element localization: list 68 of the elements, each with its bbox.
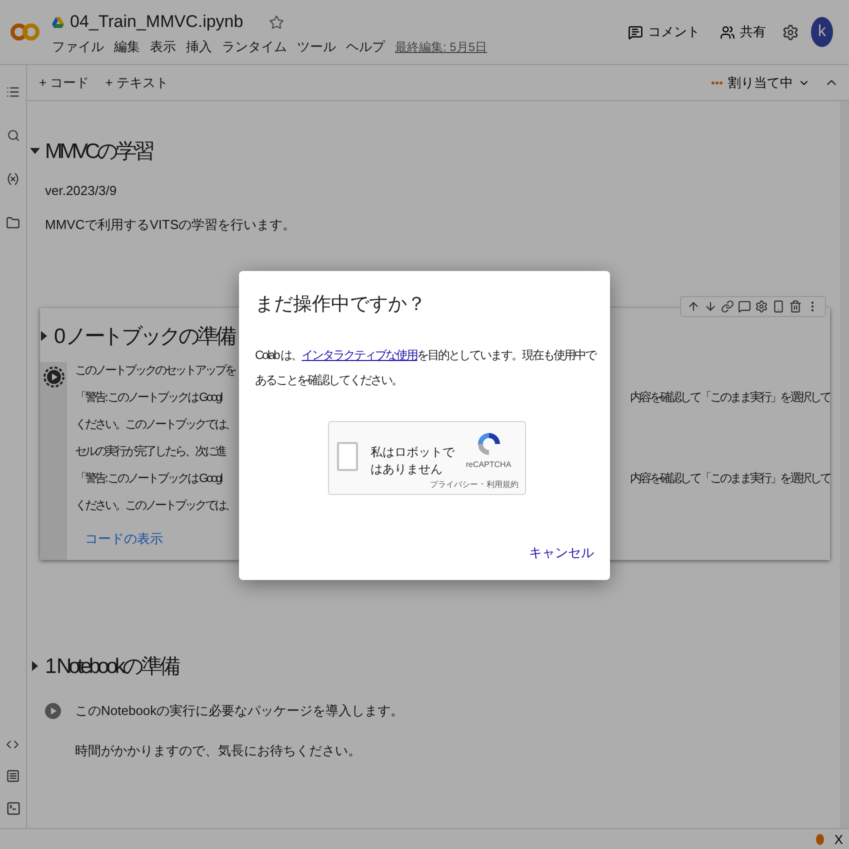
menu-item[interactable]: 編集: [114, 38, 140, 56]
close-button[interactable]: X: [834, 832, 843, 846]
run-icon[interactable]: [45, 703, 61, 719]
paragraph: ver.2023/3/9: [45, 183, 118, 198]
people-icon: [720, 24, 735, 40]
colab-logo: [10, 22, 40, 42]
menu-item[interactable]: ヘルプ: [346, 38, 385, 56]
terms-link[interactable]: 利用規約: [486, 478, 518, 490]
menu-item[interactable]: ファイル: [52, 38, 104, 56]
cell-text: このNotebookの実行に必要なパッケージを導入します。: [75, 702, 404, 720]
caret-icon[interactable]: [31, 661, 39, 671]
captcha-label: 私はロボットではありません: [370, 444, 456, 478]
interactive-use-link[interactable]: インタラクティブな使用: [302, 348, 418, 362]
section-heading: MMVCの学習: [45, 139, 152, 165]
recaptcha-brand: reCAPTCHA: [466, 460, 512, 469]
settings-icon[interactable]: [782, 24, 799, 40]
drive-icon: [52, 16, 64, 28]
menu-item[interactable]: ランタイム: [222, 38, 287, 56]
caret-icon[interactable]: [30, 147, 40, 155]
settings-icon[interactable]: [755, 300, 768, 313]
notebook-title[interactable]: 04_Train_MMVC.ipynb: [70, 12, 244, 32]
star-icon[interactable]: [269, 14, 284, 30]
last-edit-link[interactable]: 最終編集: 5月5日: [395, 38, 488, 56]
phone-icon[interactable]: [772, 300, 785, 313]
cell-text: 内容を確認して「このまま実行」を選択して: [630, 470, 830, 486]
avatar[interactable]: k: [811, 17, 833, 47]
code-icon[interactable]: [6, 738, 20, 751]
comment-icon: [628, 24, 643, 40]
cell-text: このノートブックのセットアップを: [75, 362, 235, 378]
runtime-status-button[interactable]: 割り当て中: [709, 72, 812, 94]
add-button[interactable]: + テキスト: [103, 72, 170, 94]
cancel-button[interactable]: キャンセル: [525, 540, 598, 566]
paragraph: MMVCで利用するVITSの学習を行います。: [45, 216, 297, 234]
cell-text: 「警告: このノートブックは Googl: [75, 470, 222, 486]
status-dot: [816, 834, 824, 844]
menu-item[interactable]: ツール: [297, 38, 336, 56]
terminal-icon[interactable]: [6, 801, 20, 816]
separator: -: [480, 478, 484, 490]
privacy-link[interactable]: プライバシー: [430, 478, 478, 490]
cell-text: 内容を確認して「このまま実行」を選択して: [630, 389, 830, 405]
comment-button[interactable]: コメント: [624, 19, 704, 45]
menu-item[interactable]: 挿入: [186, 38, 212, 56]
cell-text: ください。このノートブックでは、: [75, 416, 235, 432]
caret-icon[interactable]: [40, 331, 48, 341]
dialog-message: Colab は、インタラクティブな使用を目的としています。現在も使用中であることを確認してください。: [255, 347, 598, 389]
list-icon[interactable]: [6, 769, 20, 783]
up-arrow-icon[interactable]: [687, 300, 700, 313]
variables-icon[interactable]: [6, 172, 20, 186]
captcha-checkbox[interactable]: [336, 442, 358, 471]
share-button[interactable]: 共有: [716, 19, 770, 45]
cell-text: 「警告: このノートブックは Googl: [75, 389, 222, 405]
dots-icon: [711, 80, 723, 84]
section-heading: 0 ノートブックの準備: [54, 324, 234, 350]
cell-text: ください。このノートブックでは、: [75, 497, 235, 513]
menu-item[interactable]: 表示: [150, 38, 176, 56]
cell-text: 時間がかかりますので、気長にお待ちください。: [75, 742, 362, 760]
comment-icon[interactable]: [738, 300, 751, 313]
dialog-title: まだ操作中ですか？: [255, 293, 427, 317]
down-arrow-icon[interactable]: [704, 300, 717, 313]
section-heading: 1 Notebookの準備: [45, 654, 178, 680]
search-icon[interactable]: [6, 129, 20, 142]
trash-icon[interactable]: [789, 300, 802, 313]
run-icon[interactable]: [42, 366, 64, 388]
cell-text: セルの実行が完了したら、次に進: [75, 443, 225, 459]
link-icon[interactable]: [721, 300, 734, 313]
add-button[interactable]: + コード: [37, 72, 92, 94]
folder-icon[interactable]: [6, 216, 20, 230]
menu-icon[interactable]: [6, 85, 20, 99]
